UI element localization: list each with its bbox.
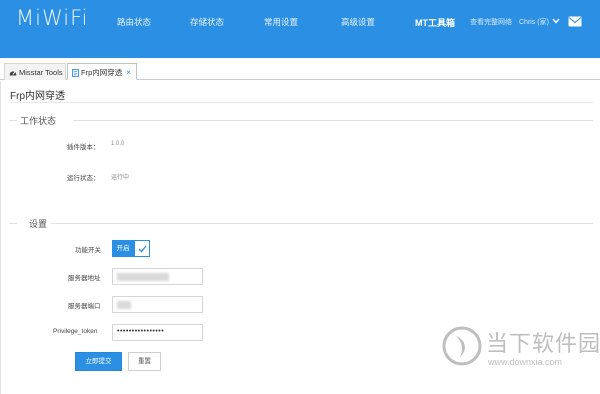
watermark-text: 当下软件园 [486,332,600,357]
view-network-link[interactable]: 查看完整网络 [470,17,512,27]
nav-common-settings[interactable]: 常用设置 [264,16,298,28]
plugin-version-value: 1.0.0 [111,141,125,147]
tab-misstar-tools[interactable]: Misstar Tools [4,63,66,80]
run-status-value: 运行中 [111,175,130,181]
close-icon[interactable]: × [126,68,131,77]
nav-storage-status[interactable]: 存储状态 [190,16,224,28]
nav-router-status[interactable]: 路由状态 [117,16,151,28]
divider [9,223,17,224]
status-section-title: 工作状态 [20,116,57,126]
redacted-mask [117,273,169,281]
token-input[interactable]: •••••••••••••••• [112,324,203,341]
reset-button[interactable]: 重置 [128,352,161,371]
settings-section-title: 设置 [29,219,48,229]
divider [51,223,593,224]
nav-mt-toolbox[interactable]: MT工具箱 [415,16,455,29]
divider [73,120,593,121]
gauge-icon [9,71,17,76]
top-header: MiWiFi 路由状态 存储状态 常用设置 高级设置 MT工具箱 查看完整网络 … [0,0,600,58]
divider [9,120,17,121]
miwifi-logo[interactable]: MiWiFi [16,6,88,30]
server-port-input[interactable] [112,296,203,313]
watermark: 当下软件园 www.downxia.com [438,322,600,392]
token-label: Privilege_token [53,328,98,335]
switch-on-label[interactable]: 开启 [112,240,134,257]
plugin-version-label: 插件版本： [67,144,100,151]
switch-label: 功能开关 [75,247,101,254]
tab-label: Frp内网穿透 [81,68,123,77]
user-menu[interactable]: Chris (家) [519,17,549,27]
feature-switch[interactable]: 开启 [112,240,150,257]
mail-icon[interactable] [568,16,582,27]
chevron-down-icon[interactable] [551,16,561,26]
tab-frp[interactable]: Frp内网穿透 × [67,63,137,80]
document-icon [72,69,79,77]
tab-label: Misstar Tools [19,68,63,77]
divider [9,102,593,103]
server-address-label: 服务器地址 [68,275,101,282]
nav-advanced-settings[interactable]: 高级设置 [341,16,375,28]
submit-button[interactable]: 立即提交 [75,352,122,371]
run-status-label: 运行状态： [67,175,100,182]
server-address-input[interactable] [112,268,203,285]
watermark-url: www.downxia.com [488,357,563,367]
tab-bar: Misstar Tools Frp内网穿透 × [0,63,600,80]
page-title: Frp内网穿透 [10,91,65,102]
redacted-mask [117,301,131,309]
check-icon[interactable] [134,240,150,257]
watermark-logo-icon [442,326,482,366]
server-port-label: 服务器端口 [68,303,101,310]
